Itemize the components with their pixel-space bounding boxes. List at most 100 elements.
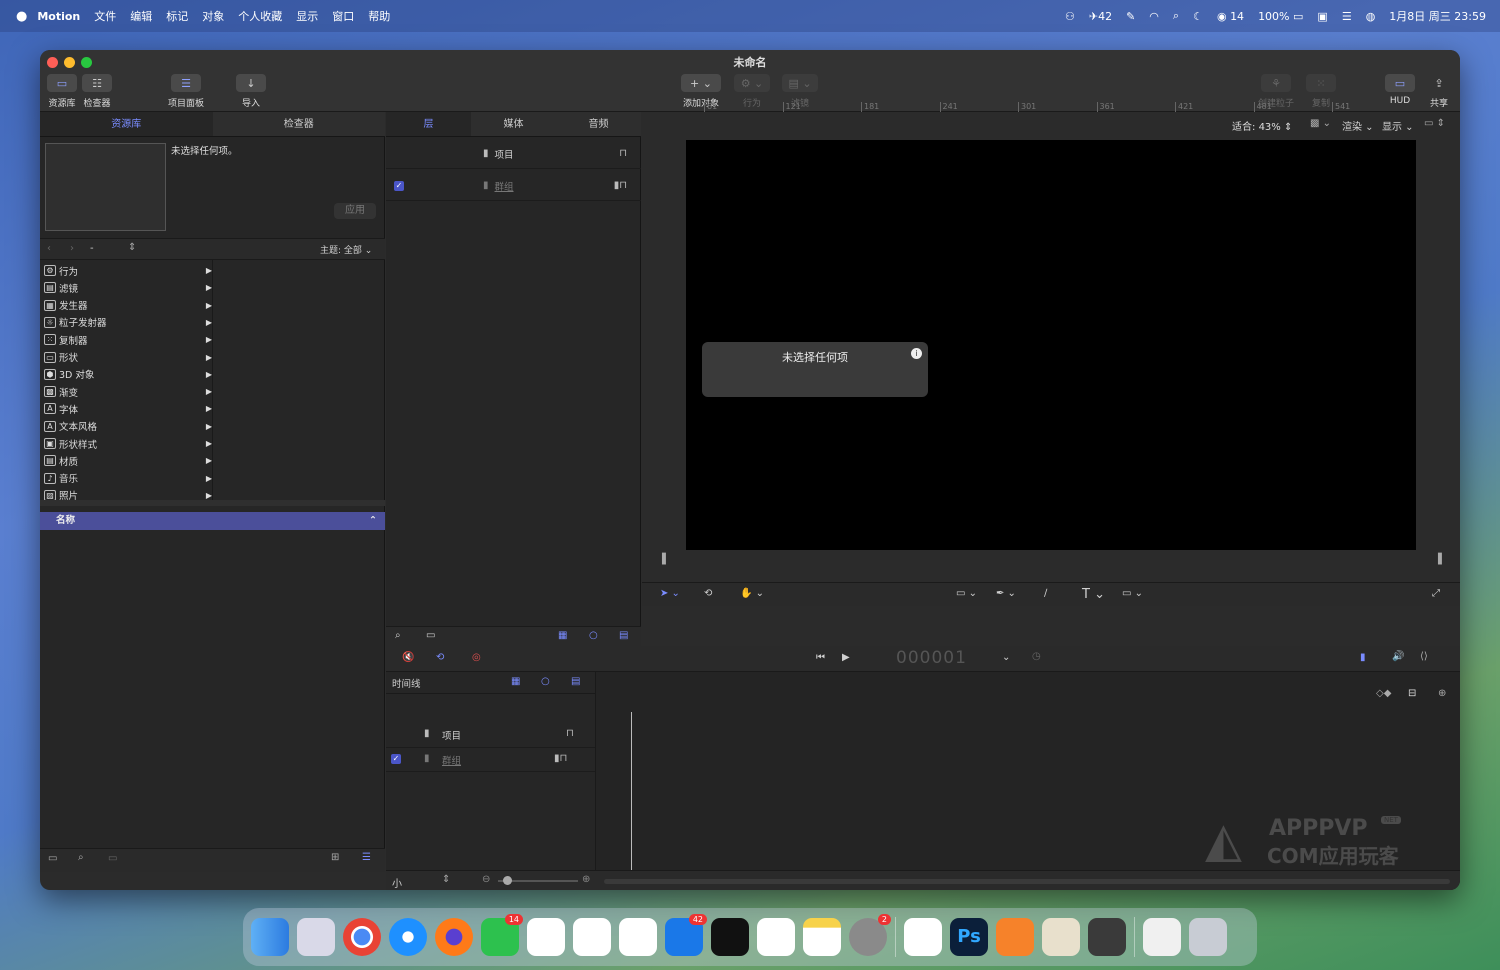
siri-icon[interactable]: ◍ bbox=[1366, 10, 1376, 23]
category-item[interactable]: ▤ 材质 ▶ bbox=[44, 452, 214, 469]
lock-icon[interactable]: ▮⊓ bbox=[614, 180, 627, 191]
color-channel-popup[interactable]: ▩ ⌄ bbox=[1310, 118, 1331, 129]
category-item[interactable]: A 文本风格 ▶ bbox=[44, 418, 214, 435]
timeline-ruler[interactable]: 61 121 181 241 301 361 421 481 541 bbox=[596, 102, 1460, 118]
text-tool-icon[interactable]: T ⌄ bbox=[1082, 587, 1105, 602]
control-center-icon[interactable]: ☰ bbox=[1342, 10, 1352, 23]
go-to-start-icon[interactable]: ⏮ bbox=[816, 652, 825, 663]
wechat-status[interactable]: ◉ 14 bbox=[1217, 10, 1244, 23]
play-range-end[interactable]: ▐ bbox=[1434, 554, 1442, 565]
app-orange-icon[interactable] bbox=[996, 918, 1034, 956]
size-popup[interactable]: 小 bbox=[392, 875, 402, 890]
finder-icon[interactable] bbox=[251, 918, 289, 956]
menu-window[interactable]: 窗口 bbox=[332, 8, 354, 24]
playhead[interactable] bbox=[631, 712, 632, 884]
search-icon[interactable]: ⌕ bbox=[78, 852, 84, 863]
app-icon[interactable]: ▣ bbox=[1317, 10, 1327, 23]
visibility-checkbox[interactable]: ✓ bbox=[391, 754, 401, 764]
keyframe-nav-icon[interactable]: ⟨⟩ bbox=[1420, 651, 1428, 662]
lock-icon[interactable]: ▮⊓ bbox=[554, 753, 567, 764]
lock-icon[interactable]: ⊓ bbox=[619, 148, 627, 159]
category-item[interactable]: ▭ 形状 ▶ bbox=[44, 349, 214, 366]
category-item[interactable]: ▦ 发生器 ▶ bbox=[44, 297, 214, 314]
folder-icon[interactable]: ▭ bbox=[48, 853, 57, 864]
timeline-row-group[interactable]: ✓ ▮ 群组 ▮⊓ bbox=[386, 748, 596, 772]
inspector-button[interactable]: ☷ 检查器 bbox=[81, 74, 113, 109]
zoom-slider-knob[interactable] bbox=[503, 876, 512, 885]
launchpad-icon[interactable] bbox=[297, 918, 335, 956]
capcut-icon[interactable] bbox=[711, 918, 749, 956]
lock-icon[interactable]: ⊓ bbox=[566, 728, 574, 739]
layers-icon[interactable]: ▤ bbox=[571, 676, 580, 687]
scrollbar[interactable] bbox=[40, 500, 385, 506]
forward-icon[interactable]: › bbox=[70, 243, 74, 254]
trash-icon[interactable] bbox=[1189, 918, 1227, 956]
paint-tool-icon[interactable]: ∕ bbox=[1044, 588, 1047, 599]
zoom-in-icon[interactable]: ⊕ bbox=[582, 874, 590, 885]
project-panel-button[interactable]: ☰ 项目面板 bbox=[164, 74, 208, 109]
mask-icon[interactable]: ○ bbox=[589, 630, 598, 641]
search-icon[interactable]: ⌕ bbox=[395, 630, 401, 641]
play-icon[interactable]: ▶ bbox=[842, 652, 850, 663]
fullscreen-icon[interactable]: ⤢ bbox=[1432, 588, 1440, 599]
menu-mark[interactable]: 标记 bbox=[166, 8, 188, 24]
category-item[interactable]: ⬢ 3D 对象 ▶ bbox=[44, 366, 214, 383]
category-item[interactable]: ⚙ 行为 ▶ bbox=[44, 262, 214, 279]
transform-tool-icon[interactable]: ⟲ bbox=[704, 588, 712, 599]
status-badge-42[interactable]: ✈42 bbox=[1089, 10, 1112, 23]
list-view-icon[interactable]: ☰ bbox=[362, 852, 371, 863]
notes-icon[interactable] bbox=[803, 918, 841, 956]
record-icon[interactable]: ◎ bbox=[472, 652, 481, 663]
category-item[interactable]: ▩ 渐变 ▶ bbox=[44, 383, 214, 400]
tab-inspector[interactable]: 检查器 bbox=[213, 112, 386, 136]
hand-tool-icon[interactable]: ✋ ⌄ bbox=[740, 588, 764, 599]
checker-icon[interactable]: ▦ bbox=[511, 676, 520, 687]
film-icon[interactable]: ▮ bbox=[1360, 652, 1366, 663]
firefox-icon[interactable] bbox=[435, 918, 473, 956]
category-item[interactable]: A 字体 ▶ bbox=[44, 400, 214, 417]
visibility-checkbox[interactable]: ✓ bbox=[394, 180, 404, 191]
document-stack-icon[interactable] bbox=[1143, 918, 1181, 956]
grid-view-icon[interactable]: ⊞ bbox=[331, 852, 339, 863]
mask-icon[interactable]: ○ bbox=[541, 676, 550, 687]
category-item[interactable]: ⁙ 复制器 ▶ bbox=[44, 331, 214, 348]
name-column-header[interactable]: 名称 ⌃ bbox=[40, 512, 385, 530]
tab-library[interactable]: 资源库 bbox=[40, 112, 213, 136]
zoom-in-icon[interactable]: ⊕ bbox=[1438, 688, 1446, 699]
pen-icon[interactable]: ✎ bbox=[1126, 10, 1135, 23]
timer-icon[interactable]: ◷ bbox=[1032, 651, 1041, 662]
path-popup[interactable]: - bbox=[90, 243, 94, 254]
battery-indicator[interactable]: 100% ▭ bbox=[1258, 10, 1303, 23]
timeline-row-project[interactable]: ▮ 项目 ⊓ bbox=[386, 722, 596, 748]
menu-edit[interactable]: 编辑 bbox=[130, 8, 152, 24]
checker-icon[interactable]: ▦ bbox=[558, 630, 567, 641]
timecode-format-icon[interactable]: ⌄ bbox=[1002, 652, 1010, 663]
qq-icon[interactable] bbox=[527, 918, 565, 956]
maps-app-icon[interactable] bbox=[619, 918, 657, 956]
play-range-start[interactable]: ▌ bbox=[662, 554, 670, 565]
view-popup[interactable]: 显示 ⌄ bbox=[1382, 118, 1414, 133]
apple-icon[interactable]: ● bbox=[16, 9, 27, 24]
theme-popup[interactable]: 主题: 全部 ⌄ bbox=[320, 243, 372, 256]
library-button[interactable]: ▭ 资源库 bbox=[46, 74, 78, 109]
timeline-scrollbar[interactable] bbox=[604, 879, 1450, 884]
select-tool-icon[interactable]: ➤ ⌄ bbox=[660, 588, 680, 599]
panel-toggle-icon[interactable]: ▭ bbox=[426, 630, 435, 641]
category-item[interactable]: ▣ 形状样式 ▶ bbox=[44, 435, 214, 452]
back-icon[interactable]: ‹ bbox=[47, 243, 51, 254]
menu-file[interactable]: 文件 bbox=[94, 8, 116, 24]
baidu-netdisk-icon[interactable] bbox=[904, 918, 942, 956]
qq-alt-icon[interactable] bbox=[573, 918, 611, 956]
category-item[interactable]: ▤ 滤镜 ▶ bbox=[44, 279, 214, 296]
path-stepper-icon[interactable]: ⇕ bbox=[128, 242, 136, 253]
keyframe-add-icon[interactable]: ◇◆ bbox=[1376, 688, 1391, 699]
audio-icon[interactable]: 🔊 bbox=[1392, 651, 1404, 662]
layer-row-project[interactable]: ▮ 项目 ⊓ bbox=[386, 139, 641, 169]
wechat-icon[interactable]: 14 bbox=[481, 914, 523, 956]
panel-icon[interactable]: ▭ bbox=[108, 853, 117, 864]
size-stepper-icon[interactable]: ⇕ bbox=[442, 874, 450, 885]
menu-app-name[interactable]: Motion bbox=[37, 10, 80, 23]
render-popup[interactable]: 渲染 ⌄ bbox=[1342, 118, 1374, 133]
layer-row-group[interactable]: ✓ ▮ 群组 ▮⊓ bbox=[386, 171, 641, 201]
timecode-display[interactable]: 000001 bbox=[896, 648, 967, 668]
